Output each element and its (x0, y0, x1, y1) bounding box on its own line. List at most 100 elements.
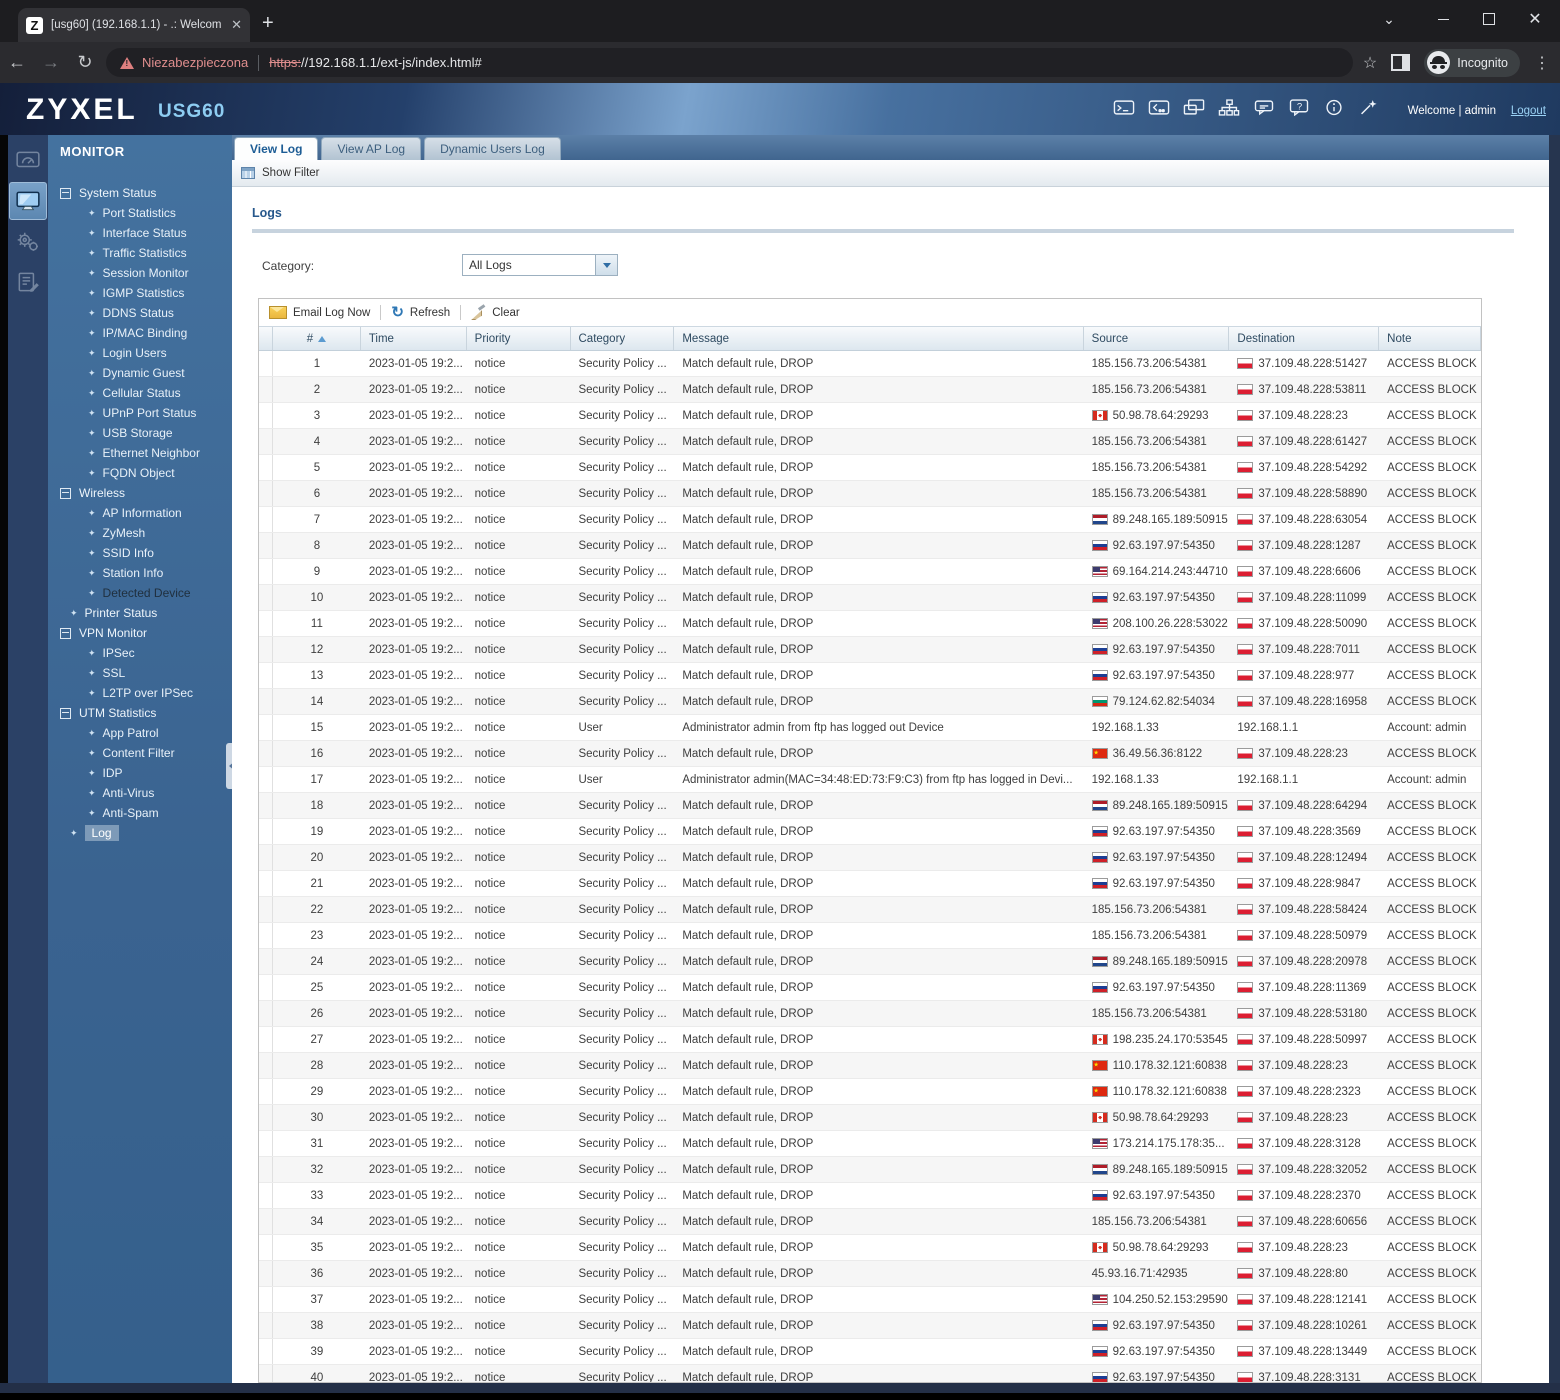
email-log-now-button[interactable]: Email Log Now (259, 299, 380, 326)
sidebar-item-usb-storage[interactable]: ✦ USB Storage (48, 423, 232, 443)
log-row[interactable]: 22 2023-01-05 19:2... notice Security Polic… (259, 897, 1481, 923)
log-row[interactable]: 18 2023-01-05 19:2... notice Security Polic… (259, 793, 1481, 819)
help-icon[interactable]: ? (1288, 99, 1310, 116)
column-header-priority[interactable]: Priority (467, 327, 571, 350)
maintenance-nav-icon[interactable] (10, 264, 46, 300)
window-close-button[interactable]: ✕ (1512, 0, 1558, 38)
sidebar-item-login-users[interactable]: ✦ Login Users (48, 343, 232, 363)
sidebar-item-l2tp-over-ipsec[interactable]: ✦ L2TP over IPSec (48, 683, 232, 703)
column-header-message[interactable]: Message (674, 327, 1084, 350)
monitor-nav-icon[interactable] (9, 182, 47, 220)
sidebar-item-content-filter[interactable]: ✦ Content Filter (48, 743, 232, 763)
sidebar-item-vpn-monitor[interactable]: VPN Monitor (48, 623, 232, 643)
sidebar-item-idp[interactable]: ✦ IDP (48, 763, 232, 783)
log-row[interactable]: 36 2023-01-05 19:2... notice Security Polic… (259, 1261, 1481, 1287)
log-row[interactable]: 20 2023-01-05 19:2... notice Security Polic… (259, 845, 1481, 871)
log-row[interactable]: 32 2023-01-05 19:2... notice Security Polic… (259, 1157, 1481, 1183)
log-row[interactable]: 16 2023-01-05 19:2... notice Security Polic… (259, 741, 1481, 767)
configuration-nav-icon[interactable] (10, 224, 46, 260)
column-header-[interactable]: # (273, 327, 361, 350)
sidebar-item-session-monitor[interactable]: ✦ Session Monitor (48, 263, 232, 283)
log-row[interactable]: 35 2023-01-05 19:2... notice Security Polic… (259, 1235, 1481, 1261)
sidebar-item-upnp-port-status[interactable]: ✦ UPnP Port Status (48, 403, 232, 423)
sidebar-item-ethernet-neighbor[interactable]: ✦ Ethernet Neighbor (48, 443, 232, 463)
tab-view-log[interactable]: View Log (234, 137, 319, 160)
column-header-time[interactable]: Time (361, 327, 467, 350)
browser-menu-icon[interactable]: ⋮ (1534, 53, 1550, 73)
sidebar-item-ssl[interactable]: ✦ SSL (48, 663, 232, 683)
log-row[interactable]: 27 2023-01-05 19:2... notice Security Polic… (259, 1027, 1481, 1053)
sidebar-item-printer-status[interactable]: ✦ Printer Status (48, 603, 232, 623)
log-row[interactable]: 8 2023-01-05 19:2... notice Security Policy… (259, 533, 1481, 559)
log-row[interactable]: 21 2023-01-05 19:2... notice Security Polic… (259, 871, 1481, 897)
multi-window-icon[interactable] (1183, 99, 1205, 116)
sidebar-item-station-info[interactable]: ✦ Station Info (48, 563, 232, 583)
wizard-icon[interactable] (1358, 99, 1380, 116)
log-row[interactable]: 23 2023-01-05 19:2... notice Security Polic… (259, 923, 1481, 949)
sidebar-item-igmp-statistics[interactable]: ✦ IGMP Statistics (48, 283, 232, 303)
sidebar-item-zymesh[interactable]: ✦ ZyMesh (48, 523, 232, 543)
sidebar-item-utm-statistics[interactable]: UTM Statistics (48, 703, 232, 723)
log-row[interactable]: 9 2023-01-05 19:2... notice Security Policy… (259, 559, 1481, 585)
log-row[interactable]: 37 2023-01-05 19:2... notice Security Polic… (259, 1287, 1481, 1313)
tab-view-ap-log[interactable]: View AP Log (321, 137, 422, 160)
log-row[interactable]: 13 2023-01-05 19:2... notice Security Polic… (259, 663, 1481, 689)
sidebar-item-app-patrol[interactable]: ✦ App Patrol (48, 723, 232, 743)
clear-button[interactable]: Clear (461, 299, 529, 326)
log-row[interactable]: 17 2023-01-05 19:2... notice User Administra… (259, 767, 1481, 793)
about-icon[interactable] (1323, 99, 1345, 116)
sidebar-item-interface-status[interactable]: ✦ Interface Status (48, 223, 232, 243)
log-row[interactable]: 19 2023-01-05 19:2... notice Security Polic… (259, 819, 1481, 845)
forward-button[interactable]: → (34, 52, 68, 73)
sidebar-item-port-statistics[interactable]: ✦ Port Statistics (48, 203, 232, 223)
log-row[interactable]: 28 2023-01-05 19:2... notice Security Polic… (259, 1053, 1481, 1079)
sidebar-item-detected-device[interactable]: ✦ Detected Device (48, 583, 232, 603)
sidebar-item-ap-information[interactable]: ✦ AP Information (48, 503, 232, 523)
sidebar-item-ddns-status[interactable]: ✦ DDNS Status (48, 303, 232, 323)
bookmark-star-icon[interactable]: ☆ (1363, 53, 1377, 73)
site-map-icon[interactable] (1218, 99, 1240, 116)
log-row[interactable]: 3 2023-01-05 19:2... notice Security Policy… (259, 403, 1481, 429)
category-select-arrow-icon[interactable] (595, 255, 617, 275)
not-secure-label[interactable]: Niezabezpieczona (142, 55, 248, 70)
window-minimize-button[interactable] (1420, 0, 1466, 38)
log-row[interactable]: 29 2023-01-05 19:2... notice Security Polic… (259, 1079, 1481, 1105)
column-header-note[interactable]: Note (1379, 327, 1481, 350)
tab-close-icon[interactable]: ✕ (231, 17, 242, 33)
console-icon[interactable] (1113, 99, 1135, 116)
side-panel-icon[interactable] (1391, 54, 1411, 71)
log-row[interactable]: 25 2023-01-05 19:2... notice Security Polic… (259, 975, 1481, 1001)
forum-icon[interactable] (1253, 99, 1275, 116)
sidebar-item-ip-mac-binding[interactable]: ✦ IP/MAC Binding (48, 323, 232, 343)
log-row[interactable]: 40 2023-01-05 19:2... notice Security Polic… (259, 1365, 1481, 1382)
log-row[interactable]: 2 2023-01-05 19:2... notice Security Policy… (259, 377, 1481, 403)
sidebar-item-cellular-status[interactable]: ✦ Cellular Status (48, 383, 232, 403)
log-row[interactable]: 38 2023-01-05 19:2... notice Security Polic… (259, 1313, 1481, 1339)
log-row[interactable]: 10 2023-01-05 19:2... notice Security Polic… (259, 585, 1481, 611)
log-row[interactable]: 15 2023-01-05 19:2... notice User Administra… (259, 715, 1481, 741)
log-row[interactable]: 30 2023-01-05 19:2... notice Security Polic… (259, 1105, 1481, 1131)
reload-button[interactable]: ↻ (68, 52, 102, 73)
log-row[interactable]: 5 2023-01-05 19:2... notice Security Policy… (259, 455, 1481, 481)
log-row[interactable]: 39 2023-01-05 19:2... notice Security Polic… (259, 1339, 1481, 1365)
log-row[interactable]: 11 2023-01-05 19:2... notice Security Polic… (259, 611, 1481, 637)
logout-link[interactable]: Logout (1511, 105, 1546, 117)
column-header-destination[interactable]: Destination (1229, 327, 1380, 350)
sidebar-item-traffic-statistics[interactable]: ✦ Traffic Statistics (48, 243, 232, 263)
log-row[interactable]: 1 2023-01-05 19:2... notice Security Policy… (259, 351, 1481, 377)
address-bar[interactable]: ! Niezabezpieczona https: //192.168.1.1/… (106, 48, 1353, 77)
log-row[interactable]: 6 2023-01-05 19:2... notice Security Policy… (259, 481, 1481, 507)
sidebar-item-fqdn-object[interactable]: ✦ FQDN Object (48, 463, 232, 483)
refresh-button[interactable]: ↻ Refresh (381, 299, 460, 326)
window-menu-chevron-icon[interactable]: ⌄ (1366, 0, 1412, 38)
column-header-category[interactable]: Category (571, 327, 675, 350)
sidebar-item-anti-virus[interactable]: ✦ Anti-Virus (48, 783, 232, 803)
log-row[interactable]: 12 2023-01-05 19:2... notice Security Polic… (259, 637, 1481, 663)
log-row[interactable]: 14 2023-01-05 19:2... notice Security Polic… (259, 689, 1481, 715)
not-secure-warning-icon[interactable]: ! (120, 56, 134, 69)
back-button[interactable]: ← (0, 52, 34, 73)
sidebar-item-wireless[interactable]: Wireless (48, 483, 232, 503)
log-row[interactable]: 33 2023-01-05 19:2... notice Security Polic… (259, 1183, 1481, 1209)
cli-icon[interactable] (1148, 99, 1170, 116)
sidebar-item-anti-spam[interactable]: ✦ Anti-Spam (48, 803, 232, 823)
